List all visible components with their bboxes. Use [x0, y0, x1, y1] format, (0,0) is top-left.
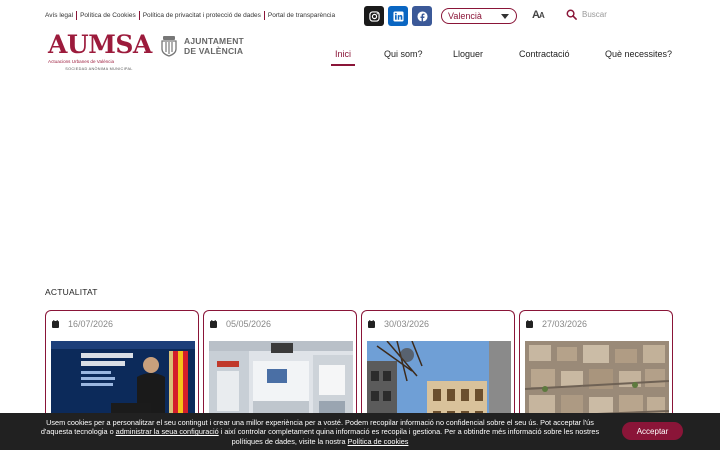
cookie-text-part2: i així controlar completament quina info… — [218, 427, 600, 446]
language-select-value: Valencià — [448, 11, 482, 21]
language-select[interactable]: Valencià — [441, 8, 517, 24]
nav-item-contractacio[interactable]: Contractació — [519, 49, 570, 59]
facebook-button[interactable] — [412, 6, 432, 26]
ajuntament-logo-line1: AJUNTAMENT — [184, 36, 244, 46]
instagram-button[interactable] — [364, 6, 384, 26]
social-links — [364, 6, 432, 26]
font-size-big-label: A — [532, 9, 540, 21]
legal-notice-link[interactable]: Avís legal — [45, 11, 76, 20]
main-nav: Inici Qui som? Lloguer Contractació Què … — [0, 49, 720, 67]
calendar-icon — [52, 320, 59, 328]
transparency-portal-link[interactable]: Portal de transparència — [263, 11, 338, 20]
linkedin-button[interactable] — [388, 6, 408, 26]
search-input[interactable]: Buscar — [582, 10, 607, 19]
instagram-icon — [368, 10, 380, 22]
calendar-icon — [368, 320, 375, 328]
aumsa-logo-subtitle: SOCIEDAD ANÒNIMA MUNICIPAL — [65, 67, 133, 71]
news-date-text: 27/03/2026 — [542, 319, 588, 329]
news-date: 05/05/2026 — [210, 319, 271, 329]
calendar-icon — [210, 320, 217, 328]
cookie-settings-link[interactable]: administrar la seua configuració — [116, 427, 219, 436]
cookie-policy-banner-link[interactable]: Política de cookies — [348, 437, 409, 446]
news-date: 16/07/2026 — [52, 319, 113, 329]
section-title: ACTUALITAT — [45, 287, 98, 297]
nav-item-lloguer[interactable]: Lloguer — [453, 49, 483, 59]
font-size-toggle[interactable]: AA — [532, 9, 545, 21]
top-links: Avís legal Política de Cookies Política … — [45, 11, 338, 20]
cookie-text: Usem cookies per a personalitzar el seu … — [30, 418, 610, 446]
cookie-policy-link[interactable]: Política de Cookies — [76, 11, 139, 20]
chevron-down-icon — [501, 13, 509, 19]
news-date: 30/03/2026 — [368, 319, 429, 329]
calendar-icon — [526, 320, 533, 328]
linkedin-icon — [392, 10, 404, 22]
font-size-small-label: A — [538, 11, 545, 20]
nav-item-qui-som[interactable]: Qui som? — [384, 49, 423, 59]
nav-item-inici[interactable]: Inici — [330, 49, 356, 66]
news-date: 27/03/2026 — [526, 319, 587, 329]
privacy-policy-link[interactable]: Política de privacitat i protecció de da… — [138, 11, 264, 20]
cookie-banner: Usem cookies per a personalitzar el seu … — [0, 413, 720, 450]
search-icon — [566, 9, 577, 20]
news-date-text: 05/05/2026 — [226, 319, 272, 329]
news-date-text: 16/07/2026 — [68, 319, 114, 329]
accept-cookies-button[interactable]: Acceptar — [622, 422, 683, 440]
nav-item-que-necessites[interactable]: Què necessites? — [605, 49, 672, 59]
facebook-icon — [416, 10, 428, 22]
news-date-text: 30/03/2026 — [384, 319, 430, 329]
search-box[interactable]: Buscar — [566, 9, 607, 20]
